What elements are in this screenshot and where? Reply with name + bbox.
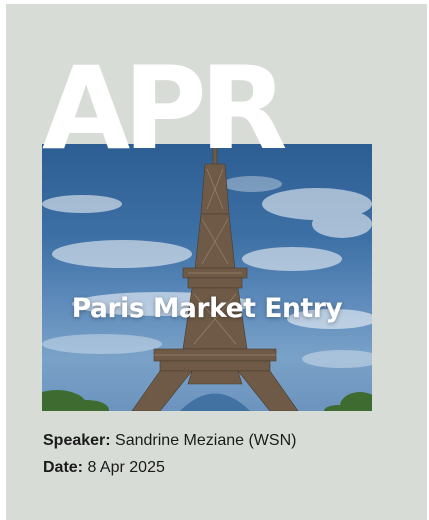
- date-label: Date:: [43, 459, 84, 476]
- event-month: APR: [42, 42, 288, 175]
- speaker-value: Sandrine Meziane (WSN): [115, 432, 297, 449]
- eiffel-tower-photo: [42, 144, 372, 411]
- event-card[interactable]: APR Paris Market Entry Speaker: Sandrine…: [6, 4, 427, 520]
- speaker-label: Speaker:: [43, 432, 111, 449]
- event-title[interactable]: Paris Market Entry: [42, 295, 372, 323]
- speaker-line: Speaker: Sandrine Meziane (WSN): [43, 433, 296, 449]
- date-value: 8 Apr 2025: [87, 459, 165, 476]
- date-line: Date: 8 Apr 2025: [43, 460, 165, 476]
